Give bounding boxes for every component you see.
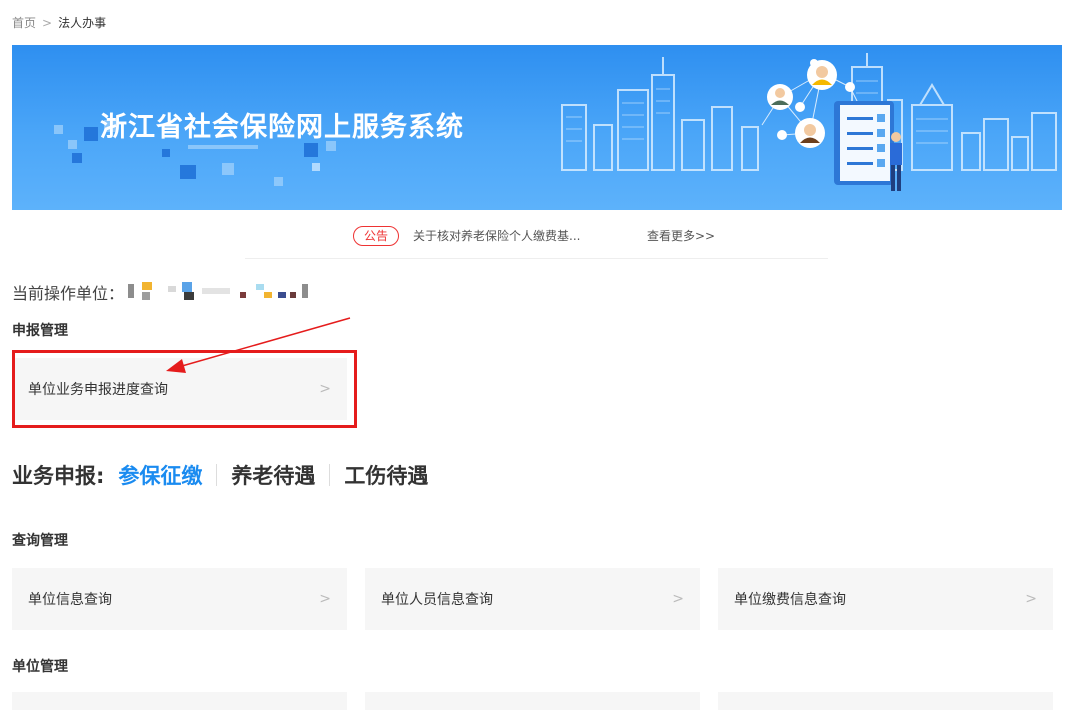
annotation-highlight-box (12, 350, 357, 428)
chevron-right-icon: > (672, 591, 684, 607)
chevron-right-icon: > (319, 591, 331, 607)
notice-more-link[interactable]: 查看更多>> (647, 227, 715, 244)
section-query-title: 查询管理 (12, 533, 68, 549)
card-unit-payment-info-query[interactable]: 单位缴费信息查询 > (718, 568, 1053, 630)
breadcrumb: 首页 > 法人办事 (12, 14, 106, 31)
card-unit-mgmt-1[interactable] (12, 692, 347, 710)
tab-contribution[interactable]: 参保征缴 (118, 460, 216, 490)
card-unit-mgmt-3[interactable] (718, 692, 1053, 710)
city-skyline-illustration (561, 53, 1057, 191)
chevron-right-icon: > (1025, 591, 1037, 607)
card-unit-mgmt-2[interactable] (365, 692, 700, 710)
section-declare-title: 申报管理 (12, 323, 68, 339)
redacted-unit-name (128, 282, 338, 302)
section-unit-mgmt-title: 单位管理 (12, 659, 68, 675)
tab-pension[interactable]: 养老待遇 (217, 460, 329, 490)
notice-badge: 公告 (353, 226, 400, 246)
card-unit-info-query[interactable]: 单位信息查询 > (12, 568, 347, 630)
card-label: 单位人员信息查询 (381, 592, 493, 608)
business-declare-label: 业务申报: (12, 464, 105, 488)
tab-injury[interactable]: 工伤待遇 (330, 460, 442, 490)
banner-title: 浙江省社会保险网上服务系统 (100, 112, 464, 143)
hero-banner: 浙江省社会保险网上服务系统 (12, 45, 1062, 210)
current-unit: 当前操作单位： (12, 280, 338, 304)
card-unit-staff-info-query[interactable]: 单位人员信息查询 > (365, 568, 700, 630)
current-unit-label: 当前操作单位： (12, 284, 125, 303)
notice-link[interactable]: 关于核对养老保险个人缴费基... (413, 227, 580, 244)
card-label: 单位缴费信息查询 (734, 592, 846, 608)
breadcrumb-home[interactable]: 首页 (12, 14, 36, 31)
card-label: 单位信息查询 (28, 592, 112, 608)
breadcrumb-current: 法人办事 (58, 16, 107, 30)
breadcrumb-separator: > (42, 15, 53, 30)
business-declare-tabs: 业务申报: 参保征缴 养老待遇 工伤待遇 (12, 460, 442, 490)
notice-bar: 公告 关于核对养老保险个人缴费基... 查看更多>> (245, 220, 828, 259)
